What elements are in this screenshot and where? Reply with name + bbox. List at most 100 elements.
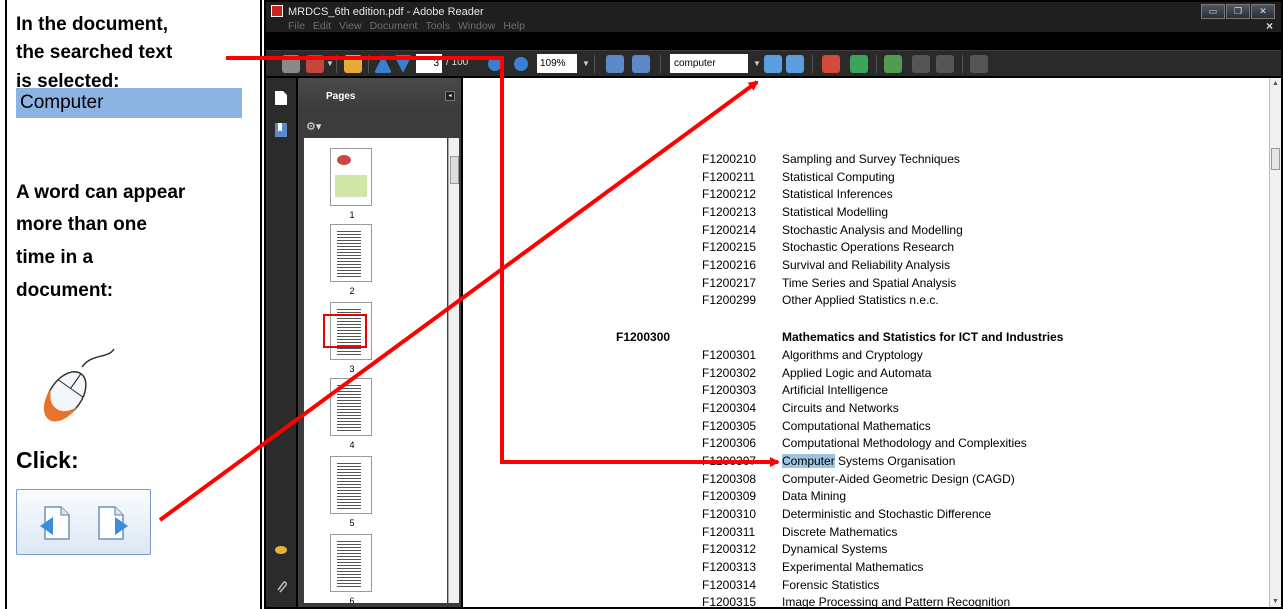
tutorial-line: more than one: [16, 214, 147, 235]
menu-help[interactable]: Help: [503, 20, 525, 32]
thumbnail-label: 3: [349, 364, 355, 374]
menu-file[interactable]: File: [288, 20, 305, 32]
window-title: MRDCS_6th edition.pdf - Adobe Reader: [288, 6, 484, 18]
menu-document[interactable]: Document: [370, 20, 418, 32]
page-thumbnail[interactable]: [330, 534, 372, 592]
table-row-label: Experimental Mathematics: [782, 560, 924, 574]
close-document-icon[interactable]: ×: [1266, 19, 1273, 33]
menu-view[interactable]: View: [339, 20, 362, 32]
next-page-icon[interactable]: [394, 55, 412, 73]
adobe-reader-window: MRDCS_6th edition.pdf - Adobe Reader ▭ ❐…: [264, 0, 1283, 609]
maximize-button[interactable]: ❐: [1226, 4, 1250, 19]
page-number-input[interactable]: 3: [416, 54, 442, 73]
table-row-label: Computer-Aided Geometric Design (CAGD): [782, 472, 1015, 486]
find-previous-button[interactable]: [764, 55, 782, 73]
back-icon[interactable]: [912, 55, 930, 73]
comment-icon[interactable]: [344, 55, 362, 73]
table-row-label: Survival and Reliability Analysis: [782, 258, 951, 272]
thumbnail-label: 2: [349, 286, 355, 296]
table-row-code: F1200214: [702, 223, 757, 237]
table-row-code: F1200305: [702, 419, 757, 433]
pages-panel-title: Pages: [326, 91, 356, 102]
document-scrollbar[interactable]: ▲ ▼: [1269, 78, 1281, 607]
table-row-code: F1200299: [702, 293, 757, 307]
table-row-label: Algorithms and Cryptology: [782, 348, 923, 362]
page-thumbnail[interactable]: [330, 456, 372, 514]
print-icon[interactable]: [282, 55, 300, 73]
select-tool-icon[interactable]: [822, 55, 840, 73]
menu-window[interactable]: Window: [458, 20, 495, 32]
previous-page-icon[interactable]: [374, 55, 392, 73]
pages-icon[interactable]: [274, 90, 288, 106]
table-row-label: Forensic Statistics: [782, 578, 880, 592]
table-row-label: Computational Mathematics: [782, 419, 931, 433]
scroll-up-icon[interactable]: ▲: [1272, 80, 1279, 87]
table-row-code: F1200310: [702, 507, 757, 521]
fit-page-icon[interactable]: [632, 55, 650, 73]
table-row-label: Time Series and Spatial Analysis: [782, 276, 957, 290]
scroll-thumb[interactable]: [1271, 148, 1280, 170]
spellcheck-icon[interactable]: [884, 55, 902, 73]
bookmarks-icon[interactable]: [274, 122, 288, 138]
page-icon[interactable]: [970, 55, 988, 73]
thumbnail-label: 4: [349, 440, 355, 450]
thumbnail-label: 6: [349, 596, 355, 603]
tutorial-border: [5, 0, 7, 609]
menu-edit[interactable]: Edit: [313, 20, 331, 32]
table-row-code: F1200312: [702, 542, 757, 556]
table-row-label: Applied Logic and Automata: [782, 366, 932, 380]
document-view[interactable]: F1200210 Sampling and Survey Techniques …: [463, 78, 1269, 607]
section-code: F1200300: [616, 330, 671, 344]
find-previous-icon: [40, 506, 70, 540]
table-row-code: F1200314: [702, 578, 757, 592]
table-row-code: F1200211: [702, 170, 756, 184]
table-row-code: F1200311: [702, 525, 756, 539]
table-row-code: F1200212: [702, 187, 757, 201]
tutorial-line: document:: [16, 280, 114, 301]
pages-panel-header: Pages ◂: [298, 78, 461, 112]
collapse-panel-button[interactable]: ◂: [445, 91, 455, 101]
table-row-label: Data Mining: [782, 489, 847, 503]
table-row-label: Computational Methodology and Complexiti…: [782, 436, 1027, 450]
comments-icon[interactable]: [274, 543, 288, 559]
section-title: Mathematics and Statistics for ICT and I…: [782, 330, 1064, 344]
close-button[interactable]: ✕: [1251, 4, 1275, 19]
forward-icon[interactable]: [936, 55, 954, 73]
table-row-code: F1200215: [702, 240, 757, 254]
snapshot-tool-icon[interactable]: [850, 55, 868, 73]
thumbnail-label: 5: [349, 518, 355, 528]
table-row-label-rest: Systems Organisation: [834, 454, 956, 468]
search-input[interactable]: [670, 54, 748, 73]
find-next-button[interactable]: [786, 55, 804, 73]
table-row-label: Sampling and Survey Techniques: [782, 152, 960, 166]
zoom-input[interactable]: 109%: [537, 54, 577, 73]
minimize-button[interactable]: ▭: [1201, 4, 1225, 19]
page-thumbnail[interactable]: [330, 378, 372, 436]
thumbnail-scrollbar[interactable]: [448, 138, 459, 603]
scroll-down-icon[interactable]: ▼: [1272, 598, 1279, 605]
zoom-out-icon[interactable]: [488, 57, 502, 71]
table-row-code: F1200213: [702, 205, 757, 219]
menu-tools[interactable]: Tools: [425, 20, 450, 32]
page-thumbnail[interactable]: [330, 148, 372, 206]
chevron-down-icon[interactable]: ▼: [753, 59, 761, 68]
page-thumbnail[interactable]: [330, 224, 372, 282]
options-gear-icon[interactable]: ⚙▾: [306, 120, 321, 133]
table-row-code: F1200210: [702, 152, 757, 166]
zoom-in-icon[interactable]: [514, 57, 528, 71]
thumbnail-list[interactable]: 1 2 3 4 5 6: [304, 138, 447, 603]
fit-width-icon[interactable]: [606, 55, 624, 73]
table-row-code: F1200309: [702, 489, 757, 503]
click-label: Click:: [16, 447, 79, 473]
attachments-icon[interactable]: [274, 578, 288, 594]
table-row-code: F1200304: [702, 401, 757, 415]
table-row-code: F1200303: [702, 383, 757, 397]
table-row-code: F1200307: [702, 454, 757, 468]
search-highlight[interactable]: Computer: [782, 454, 835, 468]
selected-word-sample: Computer: [16, 88, 242, 118]
chevron-down-icon[interactable]: ▼: [582, 59, 590, 68]
title-bar: MRDCS_6th edition.pdf - Adobe Reader ▭ ❐…: [266, 2, 1281, 33]
adobe-reader-icon: [271, 5, 283, 17]
chevron-down-icon[interactable]: ▼: [326, 59, 334, 68]
email-icon[interactable]: [306, 55, 324, 73]
